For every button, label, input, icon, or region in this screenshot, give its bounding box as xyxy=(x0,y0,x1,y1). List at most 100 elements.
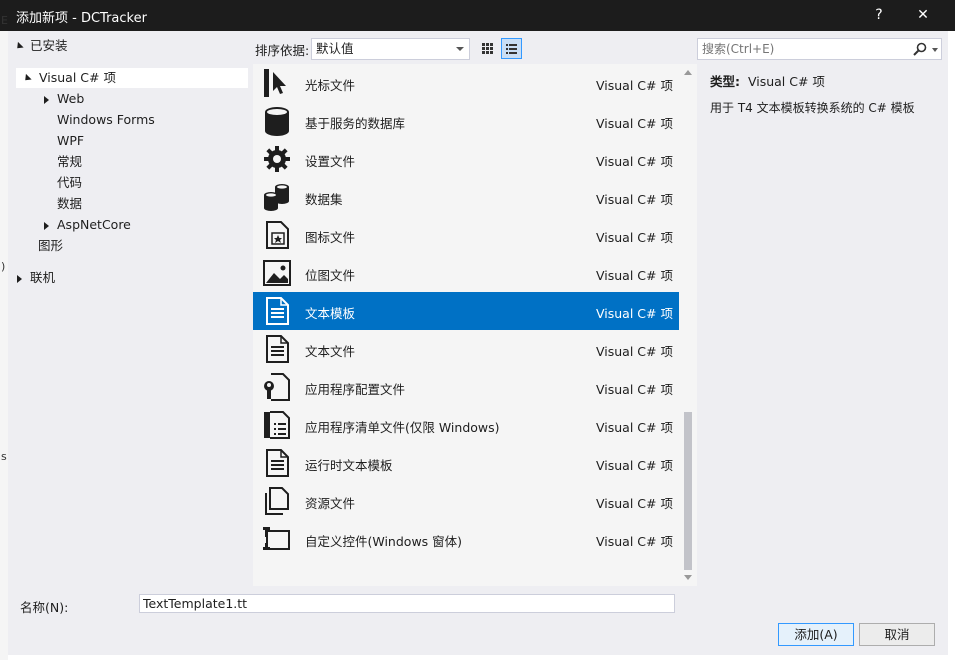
settings-gear-icon xyxy=(264,146,290,172)
sort-label: 排序依据: xyxy=(255,43,310,58)
template-language: Visual C# 项 xyxy=(596,344,673,359)
tree-node-label: AspNetCore xyxy=(57,217,131,232)
list-item[interactable]: 自定义控件(Windows 窗体) Visual C# 项 xyxy=(253,520,679,558)
template-name: 数据集 xyxy=(305,192,343,207)
item-description: 用于 T4 文本模板转换系统的 C# 模板 xyxy=(710,101,915,115)
list-item[interactable]: 文本文件 Visual C# 项 xyxy=(253,330,679,368)
scrollbar-thumb[interactable] xyxy=(684,412,692,570)
list-item[interactable]: 资源文件 Visual C# 项 xyxy=(253,482,679,520)
text-template-icon xyxy=(266,297,289,325)
item-type: 类型: Visual C# 项 xyxy=(710,71,945,90)
tree-node-graphics[interactable]: 图形 xyxy=(38,236,63,256)
runtime-template-icon xyxy=(266,449,289,477)
template-name: 设置文件 xyxy=(305,154,356,169)
tree-node-web[interactable]: Web xyxy=(44,89,84,109)
dropdown-arrow-icon xyxy=(456,47,464,51)
list-view-icon xyxy=(506,44,517,54)
expanded-arrow-icon xyxy=(14,41,24,52)
list-item[interactable]: 运行时文本模板 Visual C# 项 xyxy=(253,444,679,482)
add-new-item-dialog: 已安装 Visual C# 项 Web Windows Forms WPF 常规… xyxy=(8,31,948,655)
template-language: Visual C# 项 xyxy=(596,154,673,169)
help-button[interactable]: ? xyxy=(858,0,900,31)
background-fragment: ) xyxy=(1,260,6,273)
template-language: Visual C# 项 xyxy=(596,306,673,321)
sort-dropdown[interactable]: 默认值 xyxy=(311,38,470,60)
item-type-label: 类型: xyxy=(710,74,740,89)
tree-node-label: 联机 xyxy=(30,270,56,285)
list-item[interactable]: 光标文件 Visual C# 项 xyxy=(253,64,679,102)
dataset-icon xyxy=(264,184,289,211)
expanded-arrow-icon xyxy=(22,73,32,84)
template-language: Visual C# 项 xyxy=(596,192,673,207)
list-item[interactable]: 图标文件 Visual C# 项 xyxy=(253,216,679,254)
cancel-button[interactable]: 取消 xyxy=(859,623,935,646)
tree-node-general[interactable]: 常规 xyxy=(57,152,82,172)
search-box[interactable] xyxy=(697,38,942,60)
tree-node-wpf[interactable]: WPF xyxy=(57,131,84,151)
tree-node-label: Visual C# 项 xyxy=(39,70,116,85)
app-manifest-icon xyxy=(264,411,290,439)
text-file-icon xyxy=(266,335,289,363)
close-button[interactable]: ✕ xyxy=(902,0,944,31)
icon-file-icon xyxy=(266,221,289,249)
template-name: 文本文件 xyxy=(305,344,356,359)
template-language: Visual C# 项 xyxy=(596,458,673,473)
template-language: Visual C# 项 xyxy=(596,496,673,511)
search-input[interactable] xyxy=(698,39,908,59)
tree-node-visual-csharp[interactable]: Visual C# 项 xyxy=(16,68,248,88)
list-view-button[interactable] xyxy=(501,38,522,59)
background-fragment: E xyxy=(1,14,8,27)
template-name: 位图文件 xyxy=(305,268,356,283)
list-item[interactable]: 文本模板 Visual C# 项 xyxy=(253,292,679,330)
list-item[interactable]: 基于服务的数据库 Visual C# 项 xyxy=(253,102,679,140)
list-item[interactable]: 应用程序配置文件 Visual C# 项 xyxy=(253,368,679,406)
name-label: 名称(N): xyxy=(20,600,69,615)
template-name: 光标文件 xyxy=(305,78,356,93)
template-language: Visual C# 项 xyxy=(596,268,673,283)
list-item[interactable]: 应用程序清单文件(仅限 Windows) Visual C# 项 xyxy=(253,406,679,444)
scroll-down-arrow-icon[interactable] xyxy=(684,575,692,580)
window-title: 添加新项 - DCTracker xyxy=(16,11,147,26)
search-options-arrow-icon[interactable] xyxy=(932,48,938,52)
template-language: Visual C# 项 xyxy=(596,78,673,93)
list-item[interactable]: 设置文件 Visual C# 项 xyxy=(253,140,679,178)
grid-view-icon xyxy=(482,43,493,54)
tree-node-aspnetcore[interactable]: AspNetCore xyxy=(44,215,131,235)
window-titlebar: 添加新项 - DCTracker ? ✕ xyxy=(0,0,955,31)
tree-node-online[interactable]: 联机 xyxy=(17,268,55,288)
background-window: E ) s xyxy=(0,14,8,660)
search-icon[interactable] xyxy=(912,41,928,57)
template-name: 图标文件 xyxy=(305,230,356,245)
sort-value: 默认值 xyxy=(316,41,354,56)
details-pane: 类型: Visual C# 项 用于 T4 文本模板转换系统的 C# 模板 xyxy=(710,71,945,116)
tree-node-installed[interactable]: 已安装 xyxy=(14,36,68,56)
item-type-value: Visual C# 项 xyxy=(747,74,825,89)
list-scrollbar[interactable] xyxy=(679,64,697,586)
category-tree: 已安装 Visual C# 项 Web Windows Forms WPF 常规… xyxy=(8,31,248,586)
tree-node-label: 已安装 xyxy=(30,38,68,53)
bitmap-file-icon xyxy=(263,260,291,286)
template-name: 文本模板 xyxy=(305,306,356,321)
tree-node-windows-forms[interactable]: Windows Forms xyxy=(57,110,155,130)
template-name: 基于服务的数据库 xyxy=(305,116,406,131)
template-language: Visual C# 项 xyxy=(596,382,673,397)
name-field[interactable] xyxy=(139,594,675,613)
collapsed-arrow-icon xyxy=(44,95,49,104)
template-name: 资源文件 xyxy=(305,496,356,511)
template-name: 运行时文本模板 xyxy=(305,458,393,473)
add-button[interactable]: 添加(A) xyxy=(778,623,854,646)
collapsed-arrow-icon xyxy=(17,274,22,283)
list-item[interactable]: 位图文件 Visual C# 项 xyxy=(253,254,679,292)
scroll-up-arrow-icon[interactable] xyxy=(684,70,692,75)
collapsed-arrow-icon xyxy=(44,221,49,230)
tree-node-label: Web xyxy=(57,91,85,106)
template-name: 应用程序配置文件 xyxy=(305,382,406,397)
tree-node-code[interactable]: 代码 xyxy=(57,173,82,193)
tree-node-data[interactable]: 数据 xyxy=(57,194,82,214)
resource-file-icon xyxy=(265,487,289,515)
list-item[interactable]: 数据集 Visual C# 项 xyxy=(253,178,679,216)
template-name: 应用程序清单文件(仅限 Windows) xyxy=(305,420,500,435)
template-language: Visual C# 项 xyxy=(596,534,673,549)
small-icons-view-button[interactable] xyxy=(477,38,498,59)
cursor-file-icon xyxy=(264,69,286,97)
